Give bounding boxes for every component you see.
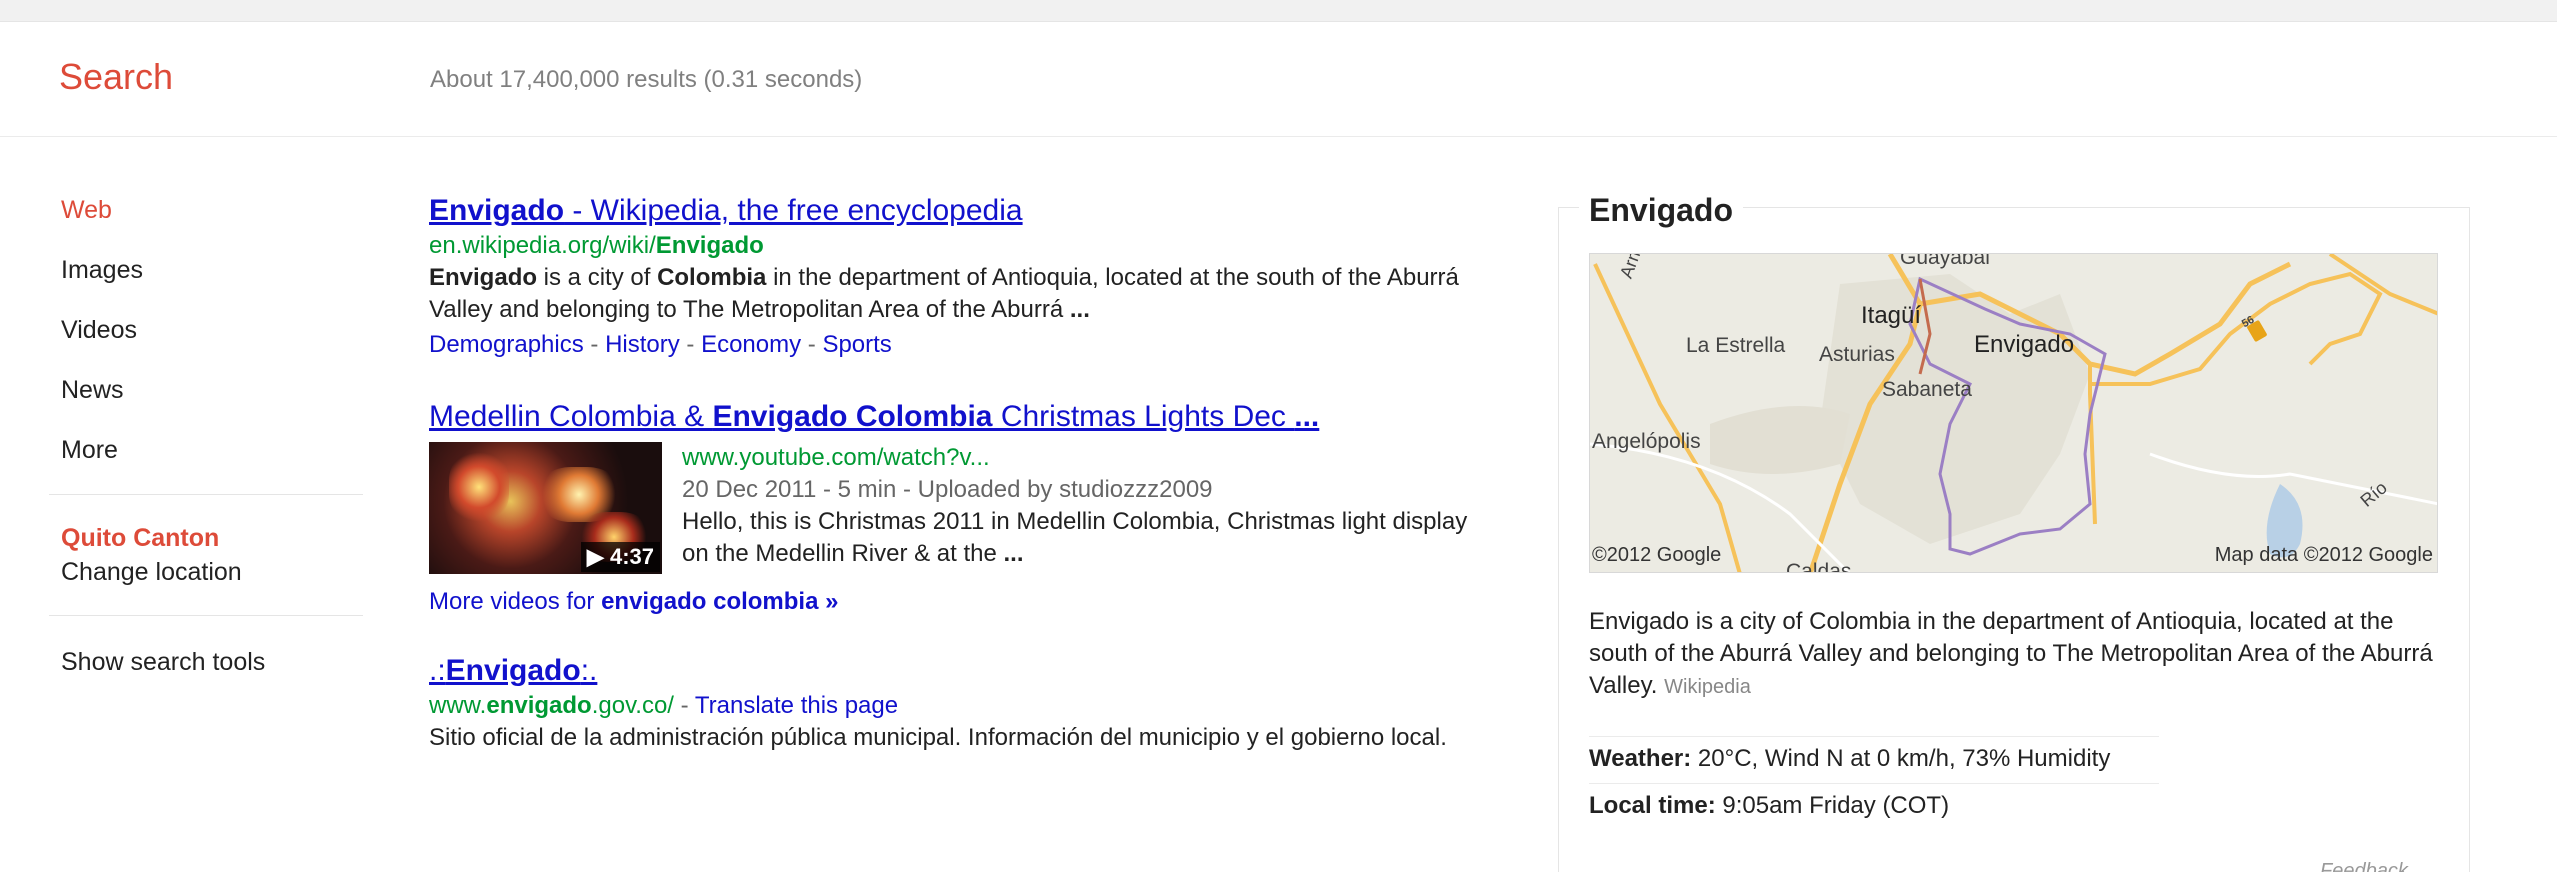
fact-divider [1589, 783, 2159, 784]
title-bold: Envigado [429, 194, 565, 227]
weather-value: 20°C, Wind N at 0 km/h, 73% Humidity [1697, 745, 2111, 772]
map-label: Guayabal [1900, 253, 1990, 269]
title-text: :. [580, 654, 598, 687]
show-search-tools-link[interactable]: Show search tools [61, 616, 375, 678]
knowledge-panel-title: Envigado [1579, 192, 1744, 229]
nav-images[interactable]: Images [61, 254, 375, 314]
snippet-text: Hello, this is Christmas 2011 in Medelli… [682, 508, 1468, 567]
knowledge-panel-description: Envigado is a city of Colombia in the de… [1589, 606, 2439, 703]
url-prefix: www. [429, 692, 487, 719]
title-ellipsis: ... [1294, 400, 1320, 433]
url-bold: envigado [486, 692, 592, 719]
map-data-credit: Map data ©2012 Google [2214, 544, 2433, 566]
result-url: en.wikipedia.org/wiki/Envigado [429, 230, 1469, 262]
video-thumbnail[interactable]: ▶ 4:37 [429, 442, 662, 574]
map-label: La Estrella [1686, 334, 1786, 357]
title-text: Medellin Colombia & [429, 400, 713, 433]
map-copyright: ©2012 Google [1592, 544, 1722, 566]
change-location-link[interactable]: Change location [61, 555, 375, 589]
result-url: www.youtube.com/watch?v... [682, 444, 990, 471]
nav-more[interactable]: More [61, 434, 375, 494]
sitelink-separator: - [583, 331, 606, 358]
more-videos-link[interactable]: More videos for envigado colombia » [429, 586, 1469, 618]
url-prefix: en.wikipedia.org/wiki/ [429, 232, 656, 259]
result-title-link[interactable]: Envigado - Wikipedia, the free encyclope… [429, 192, 1469, 230]
map-label: Sabaneta [1882, 378, 1972, 401]
fact-divider [1589, 736, 2159, 737]
sitelink-separator: - [801, 331, 823, 358]
result-snippet: Sitio oficial de la administración públi… [429, 724, 1447, 751]
local-time-label: Local time: [1589, 792, 1716, 819]
map-label: Angelópolis [1592, 430, 1701, 453]
nav-web[interactable]: Web [61, 194, 375, 254]
local-time-fact: Local time: 9:05am Friday (COT) [1589, 790, 1949, 822]
header: Search About 17,400,000 results (0.31 se… [0, 22, 2557, 137]
feedback-link[interactable]: Feedback [2320, 860, 2408, 872]
light-glow [449, 452, 509, 522]
top-bar [0, 0, 2557, 22]
url-bold: Envigado [655, 232, 764, 259]
results-list: Envigado - Wikipedia, the free encyclope… [429, 192, 1469, 788]
snippet-ellipsis: ... [1003, 540, 1024, 567]
knowledge-panel-map[interactable]: Guayabal Itagüí Envigado La Estrella Ast… [1589, 253, 2438, 573]
snippet-text: is a city of [537, 264, 658, 291]
result-url: www.envigado.gov.co/ - Translate this pa… [429, 690, 1469, 722]
location-name: Quito Canton [61, 524, 220, 552]
sitelink-separator: - [679, 331, 702, 358]
weather-fact: Weather: 20°C, Wind N at 0 km/h, 73% Hum… [1589, 743, 2110, 775]
map-label: Envigado [1974, 331, 2075, 358]
sitelink-demographics[interactable]: Demographics [429, 331, 584, 358]
result-snippet: Envigado is a city of Colombia in the de… [429, 262, 1469, 326]
description-source-link[interactable]: Wikipedia [1664, 676, 1751, 698]
result-title-link[interactable]: Medellin Colombia & Envigado Colombia Ch… [429, 398, 1469, 436]
sitelink-economy[interactable]: Economy [701, 331, 801, 358]
local-time-value: 9:05am Friday (COT) [1722, 792, 1950, 819]
search-logo[interactable]: Search [59, 56, 173, 98]
nav-videos[interactable]: Videos [61, 314, 375, 374]
result-wikipedia: Envigado - Wikipedia, the free encyclope… [429, 192, 1469, 364]
more-videos-query: envigado colombia [601, 588, 819, 615]
url-dash: - [673, 692, 695, 719]
weather-label: Weather: [1589, 745, 1692, 772]
map-label: Caldas [1786, 560, 1852, 573]
translate-link[interactable]: Translate this page [695, 692, 898, 719]
result-official-site: .:Envigado:. www.envigado.gov.co/ - Tran… [429, 652, 1469, 754]
result-snippet: Hello, this is Christmas 2011 in Medelli… [682, 506, 1469, 570]
result-title-link[interactable]: .:Envigado:. [429, 652, 1469, 690]
left-nav: Web Images Videos News More Quito Canton… [49, 194, 375, 678]
video-text: www.youtube.com/watch?v... 20 Dec 2011 -… [682, 442, 1469, 574]
map-label: Itagüí [1861, 302, 1922, 329]
snippet-bold: Colombia [657, 264, 767, 291]
title-bold: Envigado Colombia [712, 400, 993, 433]
sitelink-sports[interactable]: Sports [822, 331, 891, 358]
snippet-bold: Envigado [429, 264, 538, 291]
snippet-ellipsis: ... [1069, 296, 1090, 323]
result-video: Medellin Colombia & Envigado Colombia Ch… [429, 398, 1469, 618]
sitelink-history[interactable]: History [605, 331, 680, 358]
location-block: Quito Canton Change location [61, 495, 375, 615]
url-suffix: .gov.co/ [591, 692, 674, 719]
title-rest: - Wikipedia, the free encyclopedia [564, 194, 1023, 227]
sitelinks: Demographics - History - Economy - Sport… [429, 326, 1469, 364]
video-row: ▶ 4:37 www.youtube.com/watch?v... 20 Dec… [429, 442, 1469, 574]
title-text: Christmas Lights Dec [992, 400, 1295, 433]
video-duration: ▶ 4:37 [580, 542, 660, 572]
map-graphic [1590, 254, 2437, 572]
more-videos-prefix: More videos for [429, 588, 602, 615]
more-videos-arrow: » [818, 588, 839, 615]
nav-news[interactable]: News [61, 374, 375, 434]
video-meta: 20 Dec 2011 - 5 min - Uploaded by studio… [682, 476, 1213, 503]
map-label: Asturias [1819, 343, 1895, 366]
title-bold: Envigado [445, 654, 581, 687]
result-stats: About 17,400,000 results (0.31 seconds) [430, 66, 863, 93]
title-text: .: [429, 654, 446, 687]
